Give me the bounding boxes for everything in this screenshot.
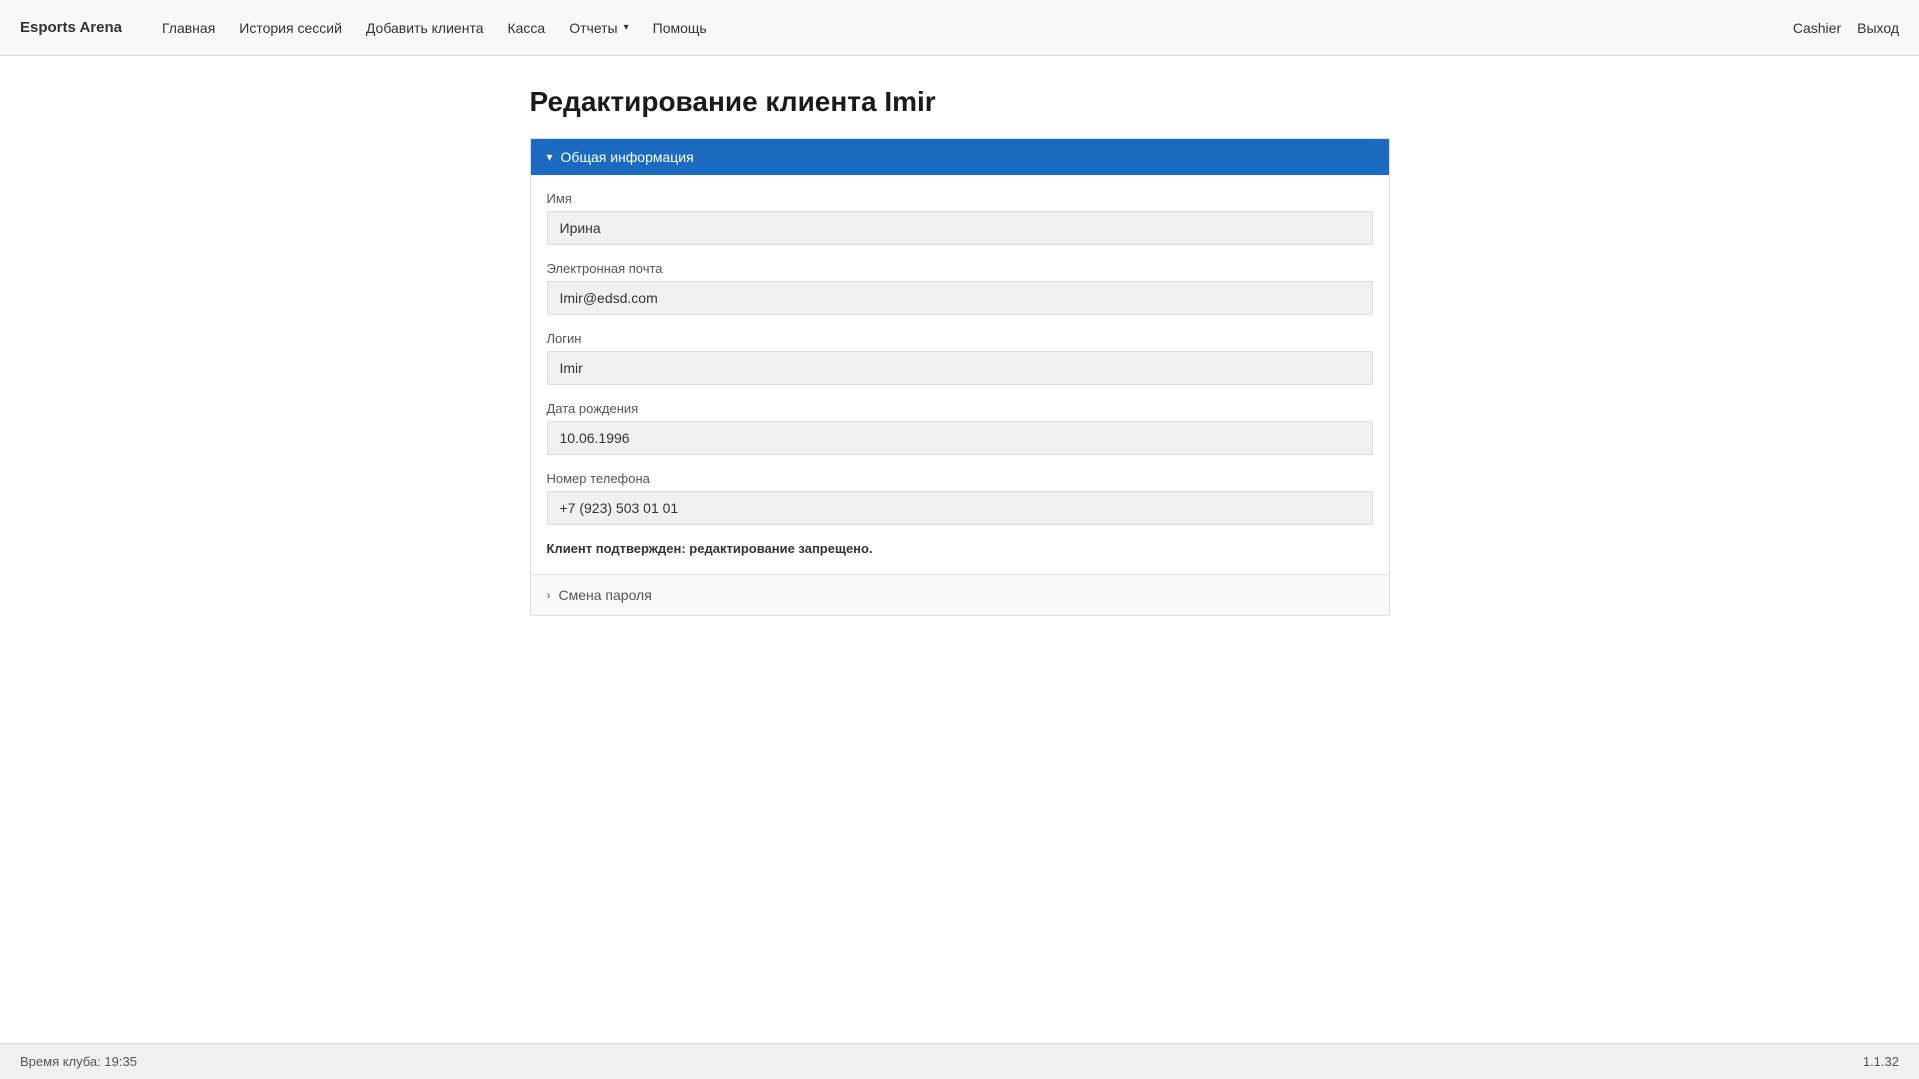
version: 1.1.32 (1863, 1054, 1899, 1069)
alert-confirmed: Клиент подтвержден: редактирование запре… (547, 541, 1373, 556)
navbar-user: Cashier (1793, 20, 1841, 36)
nav-item-session-history[interactable]: История сессий (229, 14, 352, 42)
password-change-section[interactable]: › Смена пароля (531, 574, 1389, 615)
label-email: Электронная почта (547, 261, 1373, 276)
navbar-right: Cashier Выход (1793, 20, 1899, 36)
chevron-down-icon: ▾ (547, 150, 553, 164)
form-group-phone: Номер телефона (547, 471, 1373, 525)
nav-item-home[interactable]: Главная (152, 14, 225, 42)
form-group-email: Электронная почта (547, 261, 1373, 315)
form-group-name: Имя (547, 191, 1373, 245)
dropdown-arrow-icon: ▾ (624, 22, 629, 33)
navbar: Esports Arena Главная История сессий Доб… (0, 0, 1919, 56)
label-login: Логин (547, 331, 1373, 346)
nav-item-reports[interactable]: Отчеты ▾ (559, 14, 638, 42)
label-phone: Номер телефона (547, 471, 1373, 486)
section-card: ▾ Общая информация Имя Электронная почта… (530, 138, 1390, 616)
form-group-birthdate: Дата рождения (547, 401, 1373, 455)
main-content: Редактирование клиента Imir ▾ Общая инфо… (510, 56, 1410, 1043)
nav-item-reports-label: Отчеты (569, 20, 617, 36)
label-name: Имя (547, 191, 1373, 206)
chevron-right-icon: › (547, 588, 551, 602)
section-header-label: Общая информация (561, 149, 694, 165)
page-title: Редактирование клиента Imir (530, 86, 1390, 118)
section-header[interactable]: ▾ Общая информация (531, 139, 1389, 175)
input-email[interactable] (547, 281, 1373, 315)
form-group-login: Логин (547, 331, 1373, 385)
club-time: Время клуба: 19:35 (20, 1054, 137, 1069)
navbar-brand[interactable]: Esports Arena (20, 19, 122, 36)
password-change-label: Смена пароля (559, 587, 652, 603)
logout-button[interactable]: Выход (1857, 20, 1899, 36)
navbar-nav: Главная История сессий Добавить клиента … (152, 14, 1793, 42)
label-birthdate: Дата рождения (547, 401, 1373, 416)
nav-item-add-client[interactable]: Добавить клиента (356, 14, 494, 42)
footer: Время клуба: 19:35 1.1.32 (0, 1043, 1919, 1079)
nav-item-help[interactable]: Помощь (643, 14, 717, 42)
section-body: Имя Электронная почта Логин Дата рождени… (531, 175, 1389, 574)
input-phone[interactable] (547, 491, 1373, 525)
input-login[interactable] (547, 351, 1373, 385)
input-name[interactable] (547, 211, 1373, 245)
input-birthdate[interactable] (547, 421, 1373, 455)
nav-item-cashbox[interactable]: Касса (497, 14, 555, 42)
